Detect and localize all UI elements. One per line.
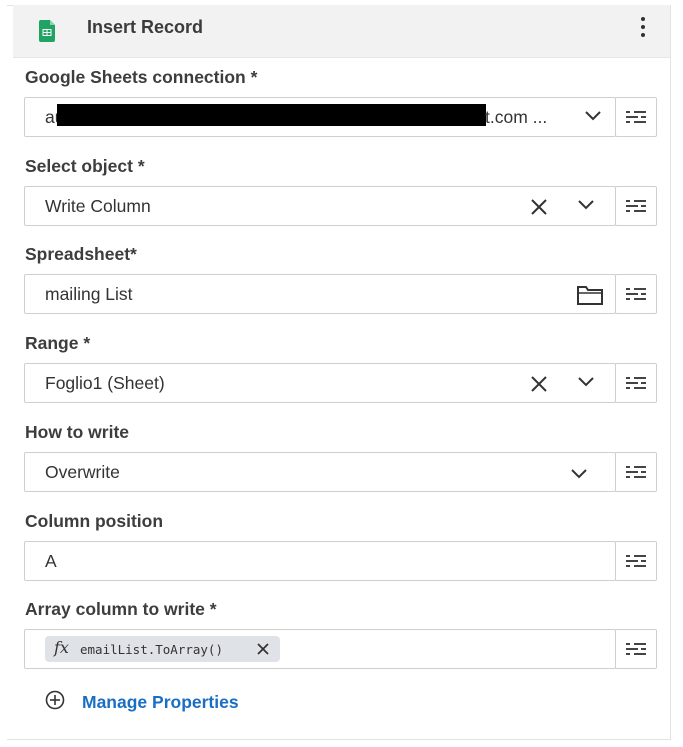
connection-options-button[interactable] — [615, 97, 657, 137]
options-icon — [626, 555, 646, 567]
redacted-block — [57, 104, 486, 126]
manage-properties-label: Manage Properties — [82, 692, 239, 712]
column-position-input[interactable]: A — [24, 541, 616, 581]
spreadsheet-field[interactable]: mailing List — [24, 274, 616, 314]
clear-icon[interactable] — [530, 198, 548, 216]
column-position-options-button[interactable] — [615, 541, 657, 581]
object-label: Select object * — [25, 156, 145, 176]
object-select[interactable]: Write Column — [24, 186, 616, 226]
chevron-down-icon[interactable] — [578, 377, 594, 387]
function-icon: fx — [54, 638, 69, 657]
spreadsheet-label: Spreadsheet* — [25, 244, 137, 264]
remove-chip-icon[interactable] — [257, 643, 269, 655]
add-circle-icon — [45, 690, 65, 710]
object-value: Write Column — [45, 196, 151, 216]
range-value: Foglio1 (Sheet) — [45, 373, 165, 393]
column-position-label: Column position — [25, 511, 164, 531]
range-label: Range * — [25, 333, 91, 353]
how-to-write-label: How to write — [25, 422, 130, 442]
range-options-button[interactable] — [615, 363, 657, 403]
chevron-down-icon[interactable] — [585, 111, 601, 121]
connection-value-end: t.com ... — [485, 107, 548, 127]
step-title: Insert Record — [87, 17, 204, 37]
expression-text: emailList.ToArray() — [80, 642, 223, 657]
options-icon — [626, 466, 646, 478]
object-options-button[interactable] — [615, 186, 657, 226]
folder-icon[interactable] — [577, 285, 603, 305]
how-to-write-value: Overwrite — [45, 462, 120, 482]
array-column-options-button[interactable] — [615, 629, 657, 669]
range-select[interactable]: Foglio1 (Sheet) — [24, 363, 616, 403]
how-to-write-options-button[interactable] — [615, 452, 657, 492]
options-icon — [626, 288, 646, 300]
how-to-write-select[interactable]: Overwrite — [24, 452, 616, 492]
expression-chip[interactable]: fx emailList.ToArray() — [45, 636, 280, 662]
chevron-down-icon[interactable] — [578, 200, 594, 210]
options-icon — [626, 200, 646, 212]
clear-icon[interactable] — [530, 375, 548, 393]
google-sheets-icon — [39, 20, 55, 42]
spreadsheet-value: mailing List — [45, 284, 133, 304]
chevron-down-icon[interactable] — [571, 469, 587, 479]
kebab-menu-icon[interactable] — [636, 17, 650, 41]
connection-select[interactable]: au t.com ... — [24, 97, 616, 137]
column-position-value: A — [45, 551, 57, 571]
spreadsheet-options-button[interactable] — [615, 274, 657, 314]
connection-label: Google Sheets connection * — [25, 67, 258, 87]
array-column-label: Array column to write * — [25, 599, 217, 619]
options-icon — [626, 111, 646, 123]
options-icon — [626, 377, 646, 389]
options-icon — [626, 643, 646, 655]
array-column-field[interactable]: fx emailList.ToArray() — [24, 629, 616, 669]
